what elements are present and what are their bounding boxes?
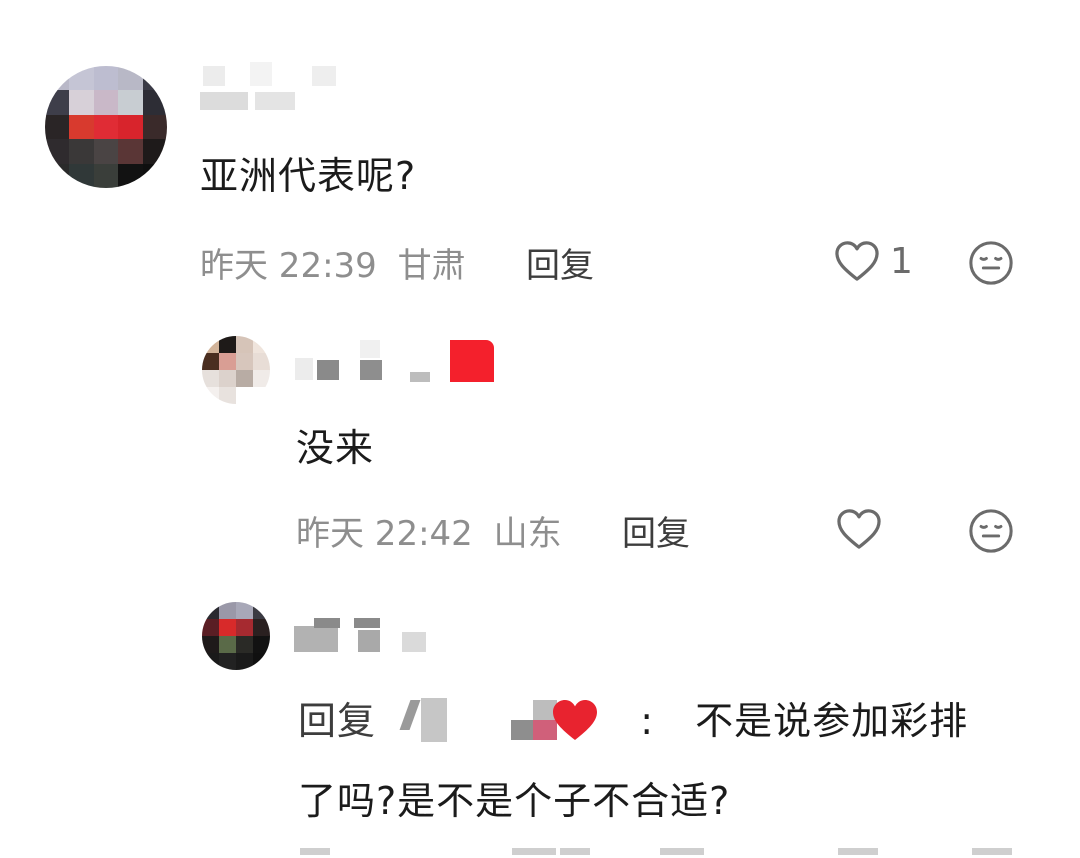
mentioned-user-blurred[interactable]	[399, 698, 609, 744]
heart-emoji-icon	[553, 700, 598, 740]
comment-meta: 昨天 22:39 甘肃	[200, 238, 466, 287]
like-button[interactable]	[836, 508, 892, 550]
comment-meta: 昨天 22:42 山东	[296, 506, 562, 555]
comment-text-line-2: 了吗?是不是个子不合适?	[298, 779, 731, 823]
username-blurred[interactable]	[294, 612, 444, 656]
comment-time: 昨天 22:39	[200, 246, 377, 286]
emoji-button[interactable]	[968, 508, 1014, 558]
comment-1: 亚洲代表呢? 昨天 22:39 甘肃 回复 1	[0, 0, 1080, 300]
comment-text-line-1: 回复 : 不是说参加彩排	[298, 690, 968, 745]
avatar[interactable]	[202, 336, 270, 404]
like-button[interactable]: 1	[834, 240, 913, 282]
avatar[interactable]	[45, 66, 167, 188]
comment-2: 没来 昨天 22:42 山东 回复	[0, 300, 1080, 580]
emoji-button[interactable]	[968, 240, 1014, 290]
next-row-fragment	[0, 848, 1080, 858]
reply-button[interactable]: 回复	[526, 238, 594, 287]
comment-location: 甘肃	[397, 246, 466, 286]
avatar[interactable]	[202, 602, 270, 670]
heart-outline-icon	[837, 509, 881, 549]
username-blurred[interactable]	[295, 336, 505, 386]
reply-button[interactable]: 回复	[622, 506, 690, 555]
reply-colon: :	[640, 699, 655, 743]
comment-time: 昨天 22:42	[296, 514, 473, 554]
comment-text: 不是说参加彩排	[695, 699, 969, 743]
comment-3: 回复 : 不是说参加彩排 了吗?是不是个子不合适?	[0, 580, 1080, 855]
like-count: 1	[890, 240, 913, 282]
neutral-face-icon	[969, 509, 1013, 553]
comment-text: 亚洲代表呢?	[200, 154, 417, 198]
heart-outline-icon	[835, 241, 879, 281]
username-blurred[interactable]	[200, 62, 340, 117]
neutral-face-icon	[969, 241, 1013, 285]
comment-location: 山东	[493, 514, 562, 554]
reply-prefix[interactable]: 回复	[298, 699, 376, 743]
comment-text: 没来	[296, 426, 375, 470]
